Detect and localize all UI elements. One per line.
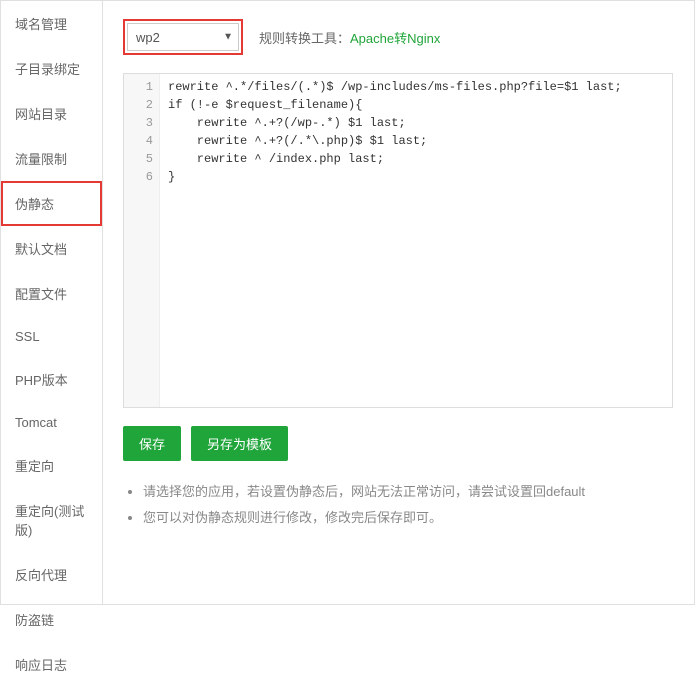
line-number: 2 — [124, 96, 153, 114]
line-number: 1 — [124, 78, 153, 96]
line-number: 5 — [124, 150, 153, 168]
app-container: 域名管理 子目录绑定 网站目录 流量限制 伪静态 默认文档 配置文件 SSL P… — [0, 0, 695, 605]
code-editor[interactable]: 1 2 3 4 5 6 rewrite ^.*/files/(.*)$ /wp-… — [123, 73, 673, 408]
template-select-wrap: wp2 ▼ — [123, 19, 243, 55]
sidebar-item-config[interactable]: 配置文件 — [1, 271, 102, 316]
apache-to-nginx-link[interactable]: Apache转Nginx — [350, 28, 440, 47]
sidebar-item-subdir[interactable]: 子目录绑定 — [1, 46, 102, 91]
sidebar-item-rewrite[interactable]: 伪静态 — [1, 181, 102, 226]
sidebar-item-php[interactable]: PHP版本 — [1, 357, 102, 402]
tip-item: 请选择您的应用，若设置伪静态后，网站无法正常访问，请尝试设置回default — [143, 479, 674, 505]
sidebar-item-proxy[interactable]: 反向代理 — [1, 552, 102, 597]
sidebar-item-sitedir[interactable]: 网站目录 — [1, 91, 102, 136]
sidebar-item-hotlink[interactable]: 防盗链 — [1, 597, 102, 642]
main-panel: wp2 ▼ 规则转换工具： Apache转Nginx 1 2 3 4 5 6 r… — [103, 1, 694, 604]
tip-item: 您可以对伪静态规则进行修改，修改完后保存即可。 — [143, 505, 674, 531]
line-gutter: 1 2 3 4 5 6 — [124, 74, 160, 407]
sidebar-item-redirect[interactable]: 重定向 — [1, 443, 102, 488]
line-number: 4 — [124, 132, 153, 150]
sidebar-item-tomcat[interactable]: Tomcat — [1, 402, 102, 443]
save-as-template-button[interactable]: 另存为模板 — [191, 426, 288, 461]
sidebar-item-default-doc[interactable]: 默认文档 — [1, 226, 102, 271]
code-content[interactable]: rewrite ^.*/files/(.*)$ /wp-includes/ms-… — [160, 74, 672, 407]
sidebar-item-domain[interactable]: 域名管理 — [1, 1, 102, 46]
tool-label: 规则转换工具： — [259, 28, 350, 47]
sidebar-item-traffic[interactable]: 流量限制 — [1, 136, 102, 181]
save-button[interactable]: 保存 — [123, 426, 181, 461]
top-row: wp2 ▼ 规则转换工具： Apache转Nginx — [123, 19, 674, 55]
button-row: 保存 另存为模板 — [123, 426, 674, 461]
template-select[interactable]: wp2 — [127, 23, 239, 51]
line-number: 3 — [124, 114, 153, 132]
sidebar-item-response-log[interactable]: 响应日志 — [1, 642, 102, 687]
line-number: 6 — [124, 168, 153, 186]
sidebar-item-redirect-beta[interactable]: 重定向(测试版) — [1, 488, 102, 552]
sidebar-item-ssl[interactable]: SSL — [1, 316, 102, 357]
tips-list: 请选择您的应用，若设置伪静态后，网站无法正常访问，请尝试设置回default 您… — [123, 479, 674, 531]
sidebar: 域名管理 子目录绑定 网站目录 流量限制 伪静态 默认文档 配置文件 SSL P… — [1, 1, 103, 604]
